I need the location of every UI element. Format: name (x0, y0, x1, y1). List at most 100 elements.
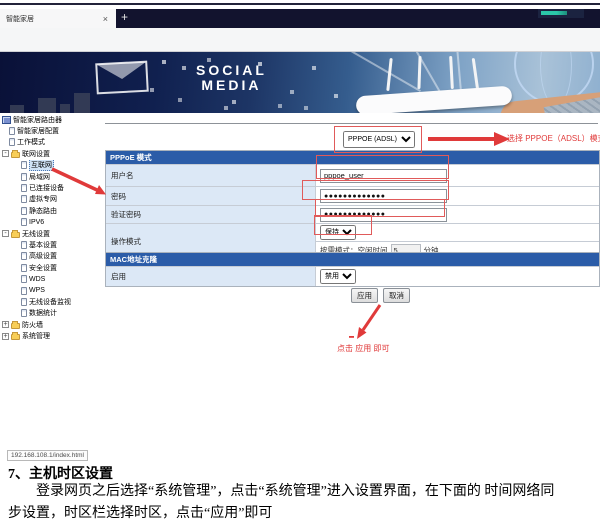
table-row-mac-enable: 启用 禁用 (106, 266, 599, 286)
annotation-arrow-apply (363, 305, 380, 330)
sidebar-item-advanced-settings[interactable]: 高级设置 (0, 251, 104, 262)
table-row-verify-password: 验证密码 (106, 205, 599, 223)
banner-ray (342, 52, 421, 92)
sidebar-item-static-route[interactable]: 静态路由 (0, 205, 104, 216)
document-icon (21, 275, 27, 283)
sidebar-item-label: 工作模式 (17, 137, 45, 147)
password-label: 密码 (106, 187, 316, 205)
document-paragraph: 登录网页之后选择“系统管理”，点击“系统管理”进入设置界面，在下面的 时间网络同… (8, 481, 568, 525)
password-input[interactable] (320, 189, 447, 203)
document-icon (9, 138, 15, 146)
sidebar-item-label: 虚拟专网 (29, 194, 57, 204)
router-antenna (417, 56, 421, 89)
banner-building (60, 104, 70, 113)
browser-tab-active[interactable]: 智能家居 × (0, 9, 116, 28)
sidebar-item-label: 无线设备监视 (29, 297, 71, 307)
sidebar-item-basic-settings[interactable]: 基本设置 (0, 239, 104, 250)
keepalive-select[interactable]: 保持 (320, 225, 356, 240)
sidebar-item-label: 无线设置 (22, 229, 50, 239)
collapse-icon[interactable]: - (2, 150, 9, 157)
sidebar-item-label: 高级设置 (29, 251, 57, 261)
sidebar-item-label: 联网设置 (22, 149, 50, 159)
sidebar-item-vpn[interactable]: 虚拟专网 (0, 194, 104, 205)
pppoe-section-header: PPPoE 模式 (106, 151, 599, 164)
sidebar-item-label: IPV6 (29, 219, 44, 226)
document-icon (21, 207, 27, 215)
expand-icon[interactable]: + (2, 333, 9, 340)
banner-building (74, 93, 90, 113)
cancel-button[interactable]: 取消 (383, 288, 410, 303)
sidebar-item-label: 智能家居配置 (17, 126, 59, 136)
sidebar-tree: 智能家居路由器 智能家居配置 工作模式 - 联网设置 互联网 局域网 已连接设备 (0, 114, 104, 342)
sidebar-item-firewall[interactable]: + 防火墙 (0, 319, 104, 330)
folder-icon (11, 152, 20, 158)
banner-building (38, 98, 56, 113)
expand-icon[interactable]: + (2, 321, 9, 328)
folder-icon (11, 323, 20, 329)
sidebar-item-ipv6[interactable]: IPV6 (0, 217, 104, 228)
sidebar-item-lan[interactable]: 局域网 (0, 171, 104, 182)
sidebar-item-label: 智能家居路由器 (13, 115, 62, 125)
document-icon (21, 195, 27, 203)
wan-mode-select[interactable]: PPPOE (ADSL) (343, 131, 415, 148)
sidebar-item-work-mode[interactable]: 工作模式 (0, 137, 104, 148)
folder-icon (11, 232, 20, 238)
sidebar-item-data-statistics[interactable]: 数据统计 (0, 308, 104, 319)
router-icon (2, 116, 11, 124)
mac-clone-section-header: MAC地址克隆 (106, 253, 599, 266)
document-icon (21, 309, 27, 317)
banner-title-line2: MEDIA (196, 78, 267, 93)
collapse-icon[interactable]: - (2, 230, 9, 237)
document-icon (21, 218, 27, 226)
document-icon (21, 252, 27, 260)
banner-icon-cluster (162, 60, 166, 64)
content-divider (105, 123, 598, 124)
username-input[interactable] (320, 169, 447, 183)
close-tab-icon[interactable]: × (101, 14, 110, 24)
banner-envelope-icon (95, 61, 149, 95)
status-bar-url: 192.168.108.1/index.html (7, 450, 88, 461)
sidebar-item-label: 系统管理 (22, 331, 50, 341)
annotation-text-apply: 点击 应用 即可 (337, 343, 389, 354)
sidebar-item-wireless-settings[interactable]: - 无线设置 (0, 228, 104, 239)
sidebar-item-internet[interactable]: 互联网 (0, 160, 104, 171)
sidebar-item-network-settings[interactable]: - 联网设置 (0, 148, 104, 159)
apply-button[interactable]: 应用 (351, 288, 378, 303)
sidebar-item-root[interactable]: 智能家居路由器 (0, 114, 104, 125)
router-antenna (472, 58, 480, 91)
sidebar-item-label: 基本设置 (29, 240, 57, 250)
teal-indicator (541, 11, 567, 15)
sidebar-item-wireless-monitor[interactable]: 无线设备监视 (0, 296, 104, 307)
sidebar-item-wds[interactable]: WDS (0, 273, 104, 284)
document-icon (21, 161, 27, 169)
new-tab-icon[interactable]: + (121, 10, 128, 24)
browser-toolbar: ← → ↻ ⌂ i 192.168.108.1 ⋯ ☆ (0, 28, 600, 52)
sidebar-item-wps[interactable]: WPS (0, 285, 104, 296)
banner-title-line1: SOCIAL (196, 63, 267, 78)
table-row-username: 用户名 (106, 164, 599, 186)
sidebar-item-label: WPS (29, 287, 45, 294)
document-icon (21, 264, 27, 272)
sidebar-item-label: 数据统计 (29, 308, 57, 318)
verify-password-input[interactable] (320, 208, 447, 222)
sidebar-item-connected-devices[interactable]: 已连接设备 (0, 182, 104, 193)
sidebar-item-system-management[interactable]: + 系统管理 (0, 330, 104, 341)
document-icon (21, 184, 27, 192)
sidebar-item-label: 局域网 (29, 172, 50, 182)
sidebar-item-smart-home-config[interactable]: 智能家居配置 (0, 125, 104, 136)
mac-enable-select[interactable]: 禁用 (320, 269, 356, 284)
banner-title: SOCIAL MEDIA (196, 63, 267, 93)
tab-title: 智能家居 (6, 14, 101, 24)
annotation-dash-apply (349, 336, 354, 338)
sidebar-item-security-settings[interactable]: 安全设置 (0, 262, 104, 273)
document-icon (21, 298, 27, 306)
sidebar-item-label: WDS (29, 276, 45, 283)
banner-router-device (356, 86, 513, 113)
folder-icon (11, 334, 20, 340)
username-label: 用户名 (106, 165, 316, 186)
pppoe-settings-table: PPPoE 模式 用户名 密码 验证密码 操作模式 保持 (105, 150, 600, 260)
screenshot-root: 智能家居 × + ← → ↻ ⌂ i 192.168.108.1 ⋯ ☆ (0, 0, 600, 528)
document-icon (9, 127, 15, 135)
annotation-text-mode: 选择 PPPOE（ADSL）模式 (507, 133, 600, 144)
window-top-border (0, 3, 600, 5)
